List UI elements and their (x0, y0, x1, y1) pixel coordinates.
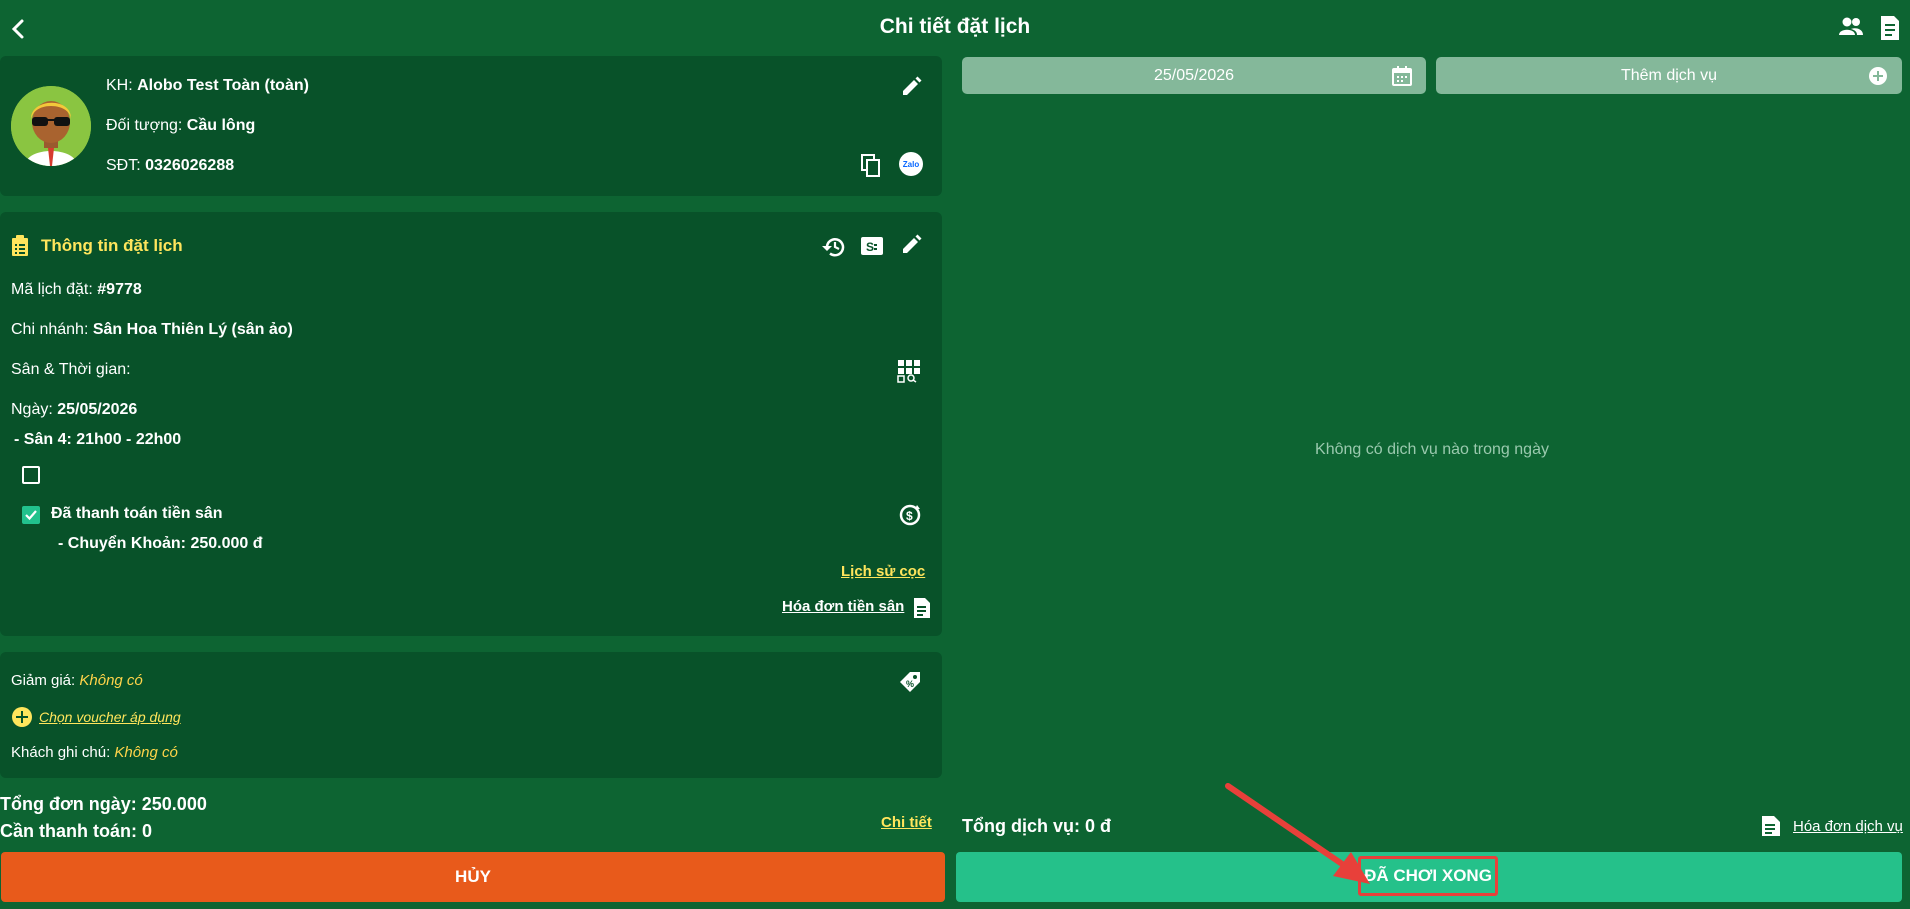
service-date: 25/05/2026 (1153, 66, 1235, 84)
customer-target: Cầu lông (186, 117, 256, 134)
plus-circle-icon (1869, 67, 1887, 85)
copy-icon[interactable] (861, 154, 881, 178)
service-total: Tổng dịch vụ: 0 đ (962, 816, 1111, 836)
finished-playing-button[interactable]: ĐÃ CHƠI XONG (956, 852, 1902, 902)
customer-name: Alobo Test Toàn (toàn) (137, 77, 309, 94)
note-value: Không có (114, 744, 178, 761)
plus-icon (16, 711, 28, 723)
booking-section-title: Thông tin đặt lịch (41, 236, 183, 255)
customer-phone-row: SĐT: 0326026288 (106, 157, 234, 175)
court-invoice-link[interactable]: Hóa đơn tiền sân (782, 598, 904, 615)
header-bar: Chi tiết đặt lịch (0, 0, 1910, 58)
avatar-illustration (11, 86, 91, 166)
detail-link[interactable]: Chi tiết (881, 814, 932, 831)
discount-row: Giảm giá: Không có (11, 672, 143, 689)
tag-icon[interactable]: % (898, 670, 922, 694)
svg-text:$: $ (906, 509, 913, 523)
service-date-picker[interactable]: 25/05/2026 (962, 57, 1426, 94)
customer-card: KH: Alobo Test Toàn (toàn) Đối tượng: Cầ… (0, 56, 942, 196)
zalo-icon[interactable]: Zalo (899, 152, 923, 176)
note-row: Khách ghi chú: Không có (11, 744, 178, 761)
empty-services-text: Không có dịch vụ nào trong ngày (1315, 441, 1549, 458)
booking-code-row: Mã lịch đặt: #9778 (11, 281, 142, 299)
discount-card: Giảm giá: Không có % Chọn voucher áp dụn… (0, 652, 942, 778)
zalo-text: Zalo (902, 159, 920, 169)
paid-label: Đã thanh toán tiền sân (51, 505, 223, 522)
customer-target-row: Đối tượng: Cầu lông (106, 117, 255, 135)
svg-text:%: % (906, 679, 914, 689)
day-total: Tổng đơn ngày: 250.000 (0, 794, 207, 814)
empty-checkbox[interactable] (22, 466, 40, 484)
calendar-icon (1392, 66, 1412, 86)
invoice-icon[interactable] (913, 597, 931, 619)
booking-code-label: Mã lịch đặt: (11, 281, 93, 298)
booking-date-label: Ngày: (11, 401, 53, 418)
paid-checkbox[interactable] (22, 506, 40, 524)
schedule-icon[interactable]: S (860, 236, 884, 256)
voucher-link[interactable]: Chọn voucher áp dụng (39, 709, 181, 725)
page-title: Chi tiết đặt lịch (879, 15, 1031, 38)
discount-label: Giảm giá: (11, 672, 76, 689)
edit-customer-icon[interactable] (900, 76, 922, 98)
customer-phone: 0326026288 (145, 157, 235, 174)
court-slot: - Sân 4: 21h00 - 22h00 (14, 431, 182, 448)
booking-date-row: Ngày: 25/05/2026 (11, 401, 137, 419)
avatar (11, 86, 91, 166)
customer-phone-label: SĐT: (106, 157, 141, 174)
clipboard-icon (12, 235, 28, 256)
add-service-label: Thêm dịch vụ (1620, 66, 1718, 84)
customer-name-row: KH: Alobo Test Toàn (toàn) (106, 77, 309, 95)
court-grid-icon[interactable] (897, 359, 921, 383)
deposit-history-link[interactable]: Lịch sử cọc (841, 563, 925, 580)
booking-date: 25/05/2026 (57, 401, 138, 418)
cancel-button[interactable]: HỦY (1, 852, 945, 902)
booking-code: #9778 (97, 281, 142, 298)
note-label: Khách ghi chú: (11, 744, 111, 761)
history-icon[interactable] (821, 236, 845, 258)
customer-target-label: Đối tượng: (106, 117, 183, 134)
payment-line: - Chuyển Khoản: 250.000 đ (58, 535, 263, 552)
add-service-button[interactable]: Thêm dịch vụ (1436, 57, 1902, 94)
booking-info-card: Thông tin đặt lịch S Mã lịch đặt: #9778 … (0, 212, 942, 636)
users-icon[interactable] (1838, 16, 1864, 38)
service-invoice-link[interactable]: Hóa đơn dịch vụ (1793, 818, 1903, 835)
document-list-icon[interactable] (1878, 14, 1902, 42)
refund-icon[interactable]: $ (898, 503, 922, 527)
branch-label: Chi nhánh: (11, 321, 89, 338)
branch-name: Sân Hoa Thiên Lý (sân ảo) (92, 321, 293, 338)
court-time-label: Sân & Thời gian: (11, 361, 131, 378)
add-voucher-icon[interactable] (12, 707, 32, 727)
cancel-label: HỦY (455, 867, 491, 886)
branch-row: Chi nhánh: Sân Hoa Thiên Lý (sân ảo) (11, 321, 293, 339)
to-pay: Cần thanh toán: 0 (0, 821, 152, 841)
discount-value: Không có (79, 672, 143, 689)
service-invoice-icon[interactable] (1761, 815, 1781, 837)
customer-name-label: KH: (106, 77, 133, 94)
edit-booking-icon[interactable] (900, 234, 922, 256)
svg-text:S: S (866, 240, 874, 254)
annotation-arrow (1225, 783, 1370, 884)
check-icon (25, 510, 37, 521)
